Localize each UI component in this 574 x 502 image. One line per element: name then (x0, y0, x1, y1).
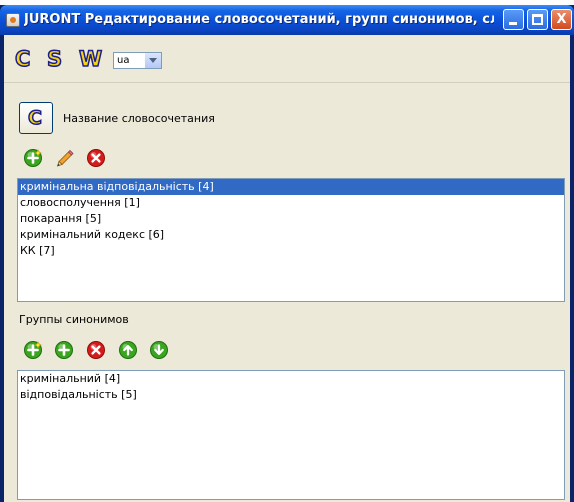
edit-phrase-button[interactable] (55, 148, 75, 168)
move-down-button[interactable] (149, 340, 169, 360)
language-select-value: ua (117, 55, 130, 66)
window-title: JURONT Редактирование словосочетаний, гр… (24, 12, 494, 27)
toolbar-c-button[interactable]: C (14, 46, 37, 72)
add-new-icon (24, 340, 43, 359)
list-item[interactable]: покарання [5] (18, 211, 564, 227)
move-up-button[interactable] (118, 340, 138, 360)
close-icon: X (556, 12, 567, 27)
language-select[interactable]: ua (113, 52, 162, 69)
add-synonym-button[interactable] (54, 340, 74, 360)
list-item[interactable]: відповідальність [5] (18, 387, 564, 403)
delete-icon (87, 149, 105, 167)
toolbar-w-button[interactable]: W (78, 46, 103, 72)
phrase-list[interactable]: кримінальна відповідальність [4] словосп… (17, 178, 565, 302)
list-item[interactable]: КК [7] (18, 243, 564, 259)
app-window: JURONT Редактирование словосочетаний, гр… (0, 5, 574, 502)
edit-pencil-icon (56, 149, 74, 167)
toolbar-divider (4, 82, 570, 83)
move-up-icon (119, 341, 137, 359)
synonym-list[interactable]: кримінальний [4] відповідальність [5] (17, 370, 565, 500)
list-item[interactable]: словосполучення [1] (18, 195, 564, 211)
list-item[interactable]: кримінальний кодекс [6] (18, 227, 564, 243)
phrase-section-title: Название словосочетания (63, 112, 215, 125)
delete-icon (87, 341, 105, 359)
synonyms-section-title: Группы синонимов (19, 313, 129, 326)
list-item[interactable]: кримінальний [4] (18, 371, 564, 387)
chevron-down-icon[interactable] (144, 53, 161, 68)
window-client-area: C S W ua C Название словосочетания кримі… (4, 35, 570, 502)
maximize-button[interactable] (527, 9, 548, 30)
title-bar[interactable]: JURONT Редактирование словосочетаний, гр… (0, 5, 574, 35)
maximize-icon (532, 14, 543, 25)
delete-phrase-button[interactable] (86, 148, 106, 168)
delete-synonym-button[interactable] (86, 340, 106, 360)
add-phrase-button[interactable] (23, 148, 43, 168)
minimize-icon (509, 22, 517, 25)
list-item[interactable]: кримінальна відповідальність [4] (18, 179, 564, 195)
add-icon (55, 341, 73, 359)
phrase-c-button-label: C (27, 106, 42, 130)
toolbar-s-button[interactable]: S (46, 46, 69, 72)
add-new-group-button[interactable] (23, 340, 43, 360)
add-icon (24, 148, 43, 167)
minimize-button[interactable] (503, 9, 524, 30)
phrase-c-button[interactable]: C (19, 102, 53, 134)
java-app-icon (6, 13, 20, 27)
move-down-icon (150, 341, 168, 359)
close-button[interactable]: X (551, 9, 572, 30)
